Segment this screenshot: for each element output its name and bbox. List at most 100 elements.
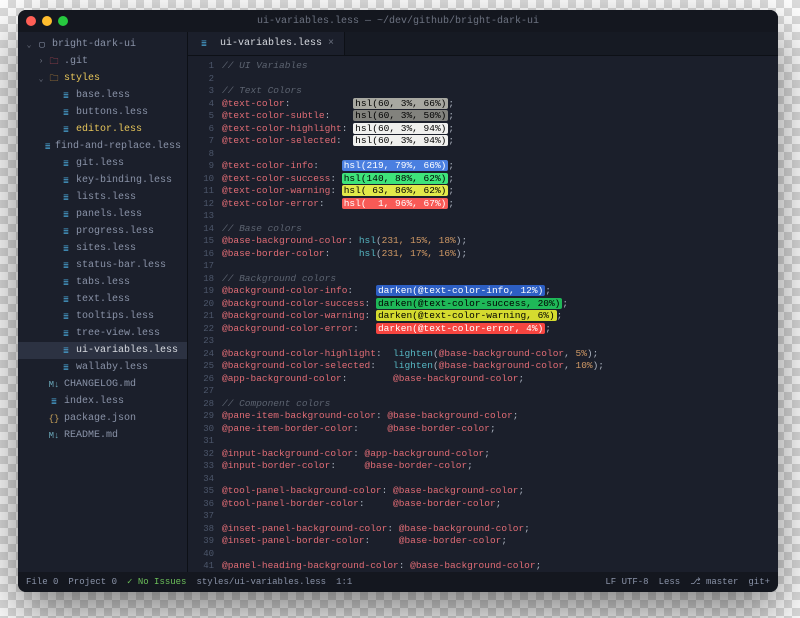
tree-item[interactable]: ≣editor.less xyxy=(18,121,187,138)
code-line[interactable] xyxy=(222,335,778,348)
code-line[interactable] xyxy=(222,210,778,223)
tab-ui-variables[interactable]: ≣ ui-variables.less × xyxy=(188,32,345,55)
line-number[interactable]: 24 xyxy=(188,348,214,361)
code-line[interactable] xyxy=(222,548,778,561)
line-number[interactable]: 25 xyxy=(188,360,214,373)
tree-item[interactable]: ≣buttons.less xyxy=(18,104,187,121)
line-number[interactable]: 5 xyxy=(188,110,214,123)
code-line[interactable] xyxy=(222,260,778,273)
tree-item[interactable]: ≣key-binding.less xyxy=(18,172,187,189)
tree-item[interactable]: ≣wallaby.less xyxy=(18,359,187,376)
line-number[interactable]: 37 xyxy=(188,510,214,523)
code-area[interactable]: 1234567891011121314151617181920212223242… xyxy=(188,56,778,572)
status-pos[interactable]: 1:1 xyxy=(336,577,352,587)
line-number[interactable]: 3 xyxy=(188,85,214,98)
code-line[interactable]: @inset-panel-border-color: @base-border-… xyxy=(222,535,778,548)
code-line[interactable] xyxy=(222,435,778,448)
code-line[interactable]: @text-color-info: hsl(219, 79%, 66%); xyxy=(222,160,778,173)
code-line[interactable] xyxy=(222,510,778,523)
line-number[interactable]: 33 xyxy=(188,460,214,473)
line-number[interactable]: 28 xyxy=(188,398,214,411)
line-number[interactable]: 20 xyxy=(188,298,214,311)
line-number[interactable]: 15 xyxy=(188,235,214,248)
line-number[interactable]: 7 xyxy=(188,135,214,148)
code-line[interactable]: @text-color-highlight: hsl(60, 3%, 94%); xyxy=(222,123,778,136)
line-number[interactable]: 31 xyxy=(188,435,214,448)
status-lang[interactable]: Less xyxy=(659,577,681,587)
status-bar[interactable]: File 0 Project 0 ✓ No Issues styles/ui-v… xyxy=(18,572,778,592)
tree-root[interactable]: ⌄ ▢ bright-dark-ui xyxy=(18,36,187,53)
line-number[interactable]: 12 xyxy=(188,198,214,211)
code-line[interactable]: @text-color-subtle: hsl(60, 3%, 50%); xyxy=(222,110,778,123)
line-number[interactable]: 1 xyxy=(188,60,214,73)
status-path[interactable]: styles/ui-variables.less xyxy=(196,577,326,587)
code-line[interactable]: @tool-panel-border-color: @base-border-c… xyxy=(222,498,778,511)
tree-item[interactable]: ≣tooltips.less xyxy=(18,308,187,325)
line-number[interactable]: 29 xyxy=(188,410,214,423)
status-encoding[interactable]: LF UTF-8 xyxy=(605,577,648,587)
code-line[interactable]: @text-color: hsl(60, 3%, 66%); xyxy=(222,98,778,111)
code-line[interactable]: @input-background-color: @app-background… xyxy=(222,448,778,461)
line-number[interactable]: 32 xyxy=(188,448,214,461)
line-number[interactable]: 19 xyxy=(188,285,214,298)
line-number[interactable]: 6 xyxy=(188,123,214,136)
line-number[interactable]: 2 xyxy=(188,73,214,86)
code-line[interactable]: @background-color-success: darken(@text-… xyxy=(222,298,778,311)
tree-item[interactable]: ≣find-and-replace.less xyxy=(18,138,187,155)
line-number[interactable]: 13 xyxy=(188,210,214,223)
line-number[interactable]: 41 xyxy=(188,560,214,572)
line-number[interactable]: 21 xyxy=(188,310,214,323)
tree-item[interactable]: ›🗀.git xyxy=(18,53,187,70)
code-line[interactable]: @background-color-error: darken(@text-co… xyxy=(222,323,778,336)
code-line[interactable]: // Component colors xyxy=(222,398,778,411)
line-number[interactable]: 35 xyxy=(188,485,214,498)
tab-bar[interactable]: ≣ ui-variables.less × xyxy=(188,32,778,56)
line-number[interactable]: 11 xyxy=(188,185,214,198)
line-number[interactable]: 10 xyxy=(188,173,214,186)
tree-item[interactable]: ≣base.less xyxy=(18,87,187,104)
code-line[interactable]: @pane-item-border-color: @base-border-co… xyxy=(222,423,778,436)
code-line[interactable] xyxy=(222,473,778,486)
code-line[interactable]: @tool-panel-background-color: @base-back… xyxy=(222,485,778,498)
line-number[interactable]: 34 xyxy=(188,473,214,486)
code-line[interactable]: @pane-item-background-color: @base-backg… xyxy=(222,410,778,423)
line-number[interactable]: 27 xyxy=(188,385,214,398)
code-line[interactable]: @text-color-warning: hsl( 63, 86%, 62%); xyxy=(222,185,778,198)
line-number[interactable]: 38 xyxy=(188,523,214,536)
close-tab-icon[interactable]: × xyxy=(328,38,334,49)
status-project[interactable]: Project 0 xyxy=(68,577,117,587)
file-tree[interactable]: ⌄ ▢ bright-dark-ui ›🗀.git⌄🗀styles ≣base.… xyxy=(18,32,188,572)
code-line[interactable]: @app-background-color: @base-background-… xyxy=(222,373,778,386)
tree-item[interactable]: ≣lists.less xyxy=(18,189,187,206)
code-line[interactable]: @background-color-info: darken(@text-col… xyxy=(222,285,778,298)
code-line[interactable]: @background-color-selected: lighten(@bas… xyxy=(222,360,778,373)
code-line[interactable]: @base-background-color: hsl(231, 15%, 18… xyxy=(222,235,778,248)
gutter[interactable]: 1234567891011121314151617181920212223242… xyxy=(188,56,222,572)
line-number[interactable]: 36 xyxy=(188,498,214,511)
line-number[interactable]: 18 xyxy=(188,273,214,286)
line-number[interactable]: 30 xyxy=(188,423,214,436)
tree-item[interactable]: M↓CHANGELOG.md xyxy=(18,376,187,393)
tree-item[interactable]: ≣text.less xyxy=(18,291,187,308)
tree-item[interactable]: {}package.json xyxy=(18,410,187,427)
code-line[interactable] xyxy=(222,73,778,86)
tree-item[interactable]: ≣panels.less xyxy=(18,206,187,223)
tree-item[interactable]: ≣sites.less xyxy=(18,240,187,257)
tree-item[interactable]: ≣status-bar.less xyxy=(18,257,187,274)
code-line[interactable]: @text-color-error: hsl( 1, 96%, 67%); xyxy=(222,198,778,211)
code-line[interactable]: @background-color-warning: darken(@text-… xyxy=(222,310,778,323)
line-number[interactable]: 8 xyxy=(188,148,214,161)
code-line[interactable]: @panel-heading-background-color: @base-b… xyxy=(222,560,778,572)
tree-item[interactable]: ≣progress.less xyxy=(18,223,187,240)
line-number[interactable]: 40 xyxy=(188,548,214,561)
tree-item[interactable]: ≣git.less xyxy=(18,155,187,172)
code-line[interactable]: @text-color-selected: hsl(60, 3%, 94%); xyxy=(222,135,778,148)
code-line[interactable]: // UI Variables xyxy=(222,60,778,73)
code-line[interactable]: // Background colors xyxy=(222,273,778,286)
tree-item[interactable]: ≣tree-view.less xyxy=(18,325,187,342)
line-number[interactable]: 16 xyxy=(188,248,214,261)
line-number[interactable]: 4 xyxy=(188,98,214,111)
tree-item[interactable]: ≣index.less xyxy=(18,393,187,410)
code-line[interactable]: // Text Colors xyxy=(222,85,778,98)
status-issues[interactable]: No Issues xyxy=(138,577,187,587)
